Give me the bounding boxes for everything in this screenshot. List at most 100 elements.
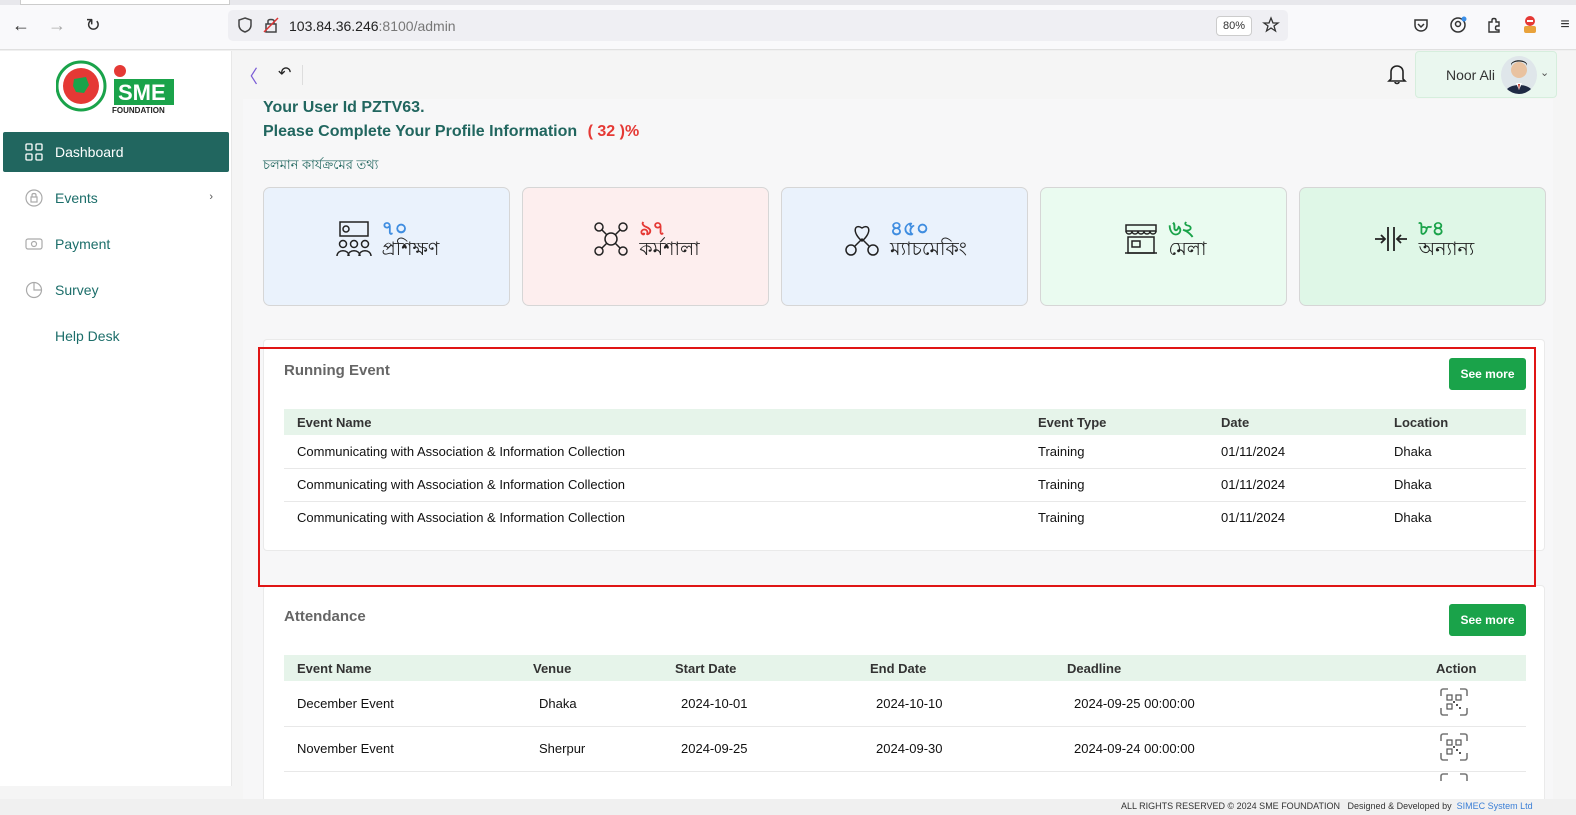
event-type-cell: Training [1038, 510, 1085, 526]
stat-card-fair[interactable]: ৬২ মেলা [1040, 187, 1287, 306]
venue-cell: Dhaka [520, 681, 662, 727]
stat-card-matchmaking[interactable]: ৪৫০ ম্যাচমেকিং [781, 187, 1028, 306]
action-cell [1401, 726, 1526, 772]
fair-icon [1124, 224, 1157, 255]
event-location-cell: Dhaka [1381, 435, 1526, 469]
shield-icon[interactable] [236, 16, 254, 34]
stat-card-others[interactable]: ৮৪ অন্যান্য [1299, 187, 1546, 306]
bell-icon[interactable] [1387, 63, 1407, 85]
table-row[interactable]: December Event Dhaka 2024-10-01 2024-10-… [284, 681, 1526, 727]
event-name-cell: Communicating with Association & Informa… [284, 468, 1025, 502]
attendance-see-more-button[interactable]: See more [1449, 604, 1526, 636]
url-text[interactable]: 103.84.36.246:8100/admin [289, 18, 456, 34]
stat-value: ৮৪ [1418, 218, 1445, 240]
end-date-cell: 2024-10-10 [857, 681, 1054, 727]
avatar [1501, 56, 1537, 94]
column-header: Deadline [1067, 660, 1122, 676]
table-header-row: Event Name Venue Start Date End Date Dea… [284, 655, 1526, 681]
sidebar-item-dashboard[interactable]: Dashboard [3, 132, 229, 172]
venue-cell: Sherpur [520, 726, 662, 772]
sidebar-item-survey[interactable]: Survey [3, 270, 229, 310]
footer-designed: Designed & Developed by [1347, 801, 1452, 811]
sidebar-item-payment[interactable]: Payment [3, 224, 229, 264]
undo-icon[interactable]: ↶ [278, 63, 291, 83]
table-row[interactable]: Communicating with Association & Informa… [284, 501, 1526, 534]
action-cell [1401, 681, 1526, 727]
footer: ALL RIGHTS RESERVED © 2024 SME FOUNDATIO… [0, 799, 1576, 815]
partial-row-cell [284, 771, 1401, 799]
running-event-see-more-button[interactable]: See more [1449, 358, 1526, 390]
pocket-icon[interactable] [1410, 14, 1432, 36]
table-row[interactable] [284, 771, 1526, 799]
insecure-lock-icon[interactable] [262, 16, 280, 34]
browser-tab[interactable] [20, 0, 230, 5]
user-menu[interactable]: Noor Ali ⌄ [1415, 51, 1557, 98]
start-date-cell: 2024-09-25 [662, 726, 857, 772]
stat-card-training[interactable]: ৭০ প্রশিক্ষণ [263, 187, 510, 306]
qr-scan-icon[interactable] [1439, 732, 1469, 762]
chevron-right-icon: › [209, 191, 213, 203]
back-icon[interactable]: ← [10, 14, 32, 36]
main-content: Your User Id PZTV63. Please Complete You… [243, 99, 1553, 799]
event-type-cell: Training [1025, 468, 1208, 502]
forward-icon[interactable]: → [46, 14, 68, 36]
qr-scan-icon[interactable] [1439, 687, 1469, 717]
payment-icon [25, 238, 43, 250]
footer-rights: ALL RIGHTS RESERVED © 2024 SME FOUNDATIO… [1121, 801, 1341, 811]
stat-value: ৯৭ [639, 218, 666, 240]
stat-value: ৭০ [381, 218, 408, 240]
workshop-icon [594, 222, 629, 257]
event-name-cell: November Event [284, 726, 520, 772]
table-row[interactable]: Communicating with Association & Informa… [284, 435, 1526, 469]
column-header: Event Type [1038, 414, 1107, 430]
matchmaking-icon [845, 226, 879, 257]
deadline-cell: 2024-09-24 00:00:00 [1054, 726, 1401, 772]
url-path: :8100/admin [378, 18, 456, 34]
table-row[interactable]: Communicating with Association & Informa… [284, 468, 1526, 502]
address-bar[interactable]: 103.84.36.246:8100/admin 80% [228, 10, 1288, 41]
qr-scan-icon[interactable] [1439, 772, 1469, 800]
event-location-cell: Dhaka [1394, 510, 1432, 526]
tab-strip [0, 0, 1576, 5]
menu-icon[interactable]: ≡ [1554, 14, 1576, 36]
column-header: Venue [533, 660, 572, 676]
attendance-title: Attendance [284, 608, 366, 625]
training-icon [335, 221, 372, 257]
chevron-down-icon: ⌄ [1540, 67, 1550, 79]
stat-value: ৬২ [1168, 218, 1195, 240]
pie-icon [25, 281, 43, 299]
sidebar-item-label: Survey [55, 282, 99, 298]
sidebar-item-label: Dashboard [55, 144, 124, 160]
sidebar-item-label: Payment [55, 236, 111, 252]
profile-completion-text: Please Complete Your Profile Information [263, 123, 578, 140]
blocker-extension-icon[interactable] [1519, 14, 1541, 36]
topbar-divider [302, 65, 303, 85]
extensions-icon[interactable] [1483, 14, 1505, 36]
stat-card-workshop[interactable]: ৯৭ কর্মশালা [522, 187, 769, 306]
footer-company-link[interactable]: SIMEC System Ltd [1457, 801, 1533, 811]
browser-toolbar: ← → ↻ 103.84.36.246:8100/admin 80% ≡ [0, 0, 1576, 50]
stat-label: ম্যাচমেকিং [890, 239, 967, 260]
account-icon[interactable] [1447, 14, 1469, 36]
attendance-panel: Attendance See more Event Name Venue Sta… [263, 585, 1545, 799]
column-header: Location [1394, 414, 1449, 430]
sme-foundation-logo[interactable]: SME FOUNDATION [55, 59, 180, 115]
column-header: Event Name [297, 414, 372, 430]
sidebar-item-events[interactable]: Events › [3, 178, 229, 218]
reload-icon[interactable]: ↻ [82, 14, 104, 36]
column-header: Event Name [297, 660, 372, 676]
table-header-row: Event Name Event Type Date Location [284, 409, 1526, 435]
profile-completion-percent: ( 32 )% [587, 123, 640, 140]
sidebar-item-help-desk[interactable]: Help Desk [3, 316, 229, 356]
event-location-cell: Dhaka [1381, 468, 1526, 502]
app-root: SME FOUNDATION Dashboard Events › Paymen… [0, 51, 1576, 815]
bookmark-star-icon[interactable] [1262, 16, 1280, 34]
table-row[interactable]: November Event Sherpur 2024-09-25 2024-0… [284, 726, 1526, 772]
running-event-table: Event Name Event Type Date Location Comm… [284, 409, 1526, 534]
collapse-sidebar-icon[interactable]: 〈 [240, 63, 258, 89]
column-header: Start Date [675, 660, 737, 676]
zoom-level[interactable]: 80% [1216, 16, 1252, 36]
event-date-cell: 01/11/2024 [1208, 468, 1381, 502]
column-header: End Date [870, 660, 927, 676]
stat-value: ৪৫০ [890, 218, 929, 240]
